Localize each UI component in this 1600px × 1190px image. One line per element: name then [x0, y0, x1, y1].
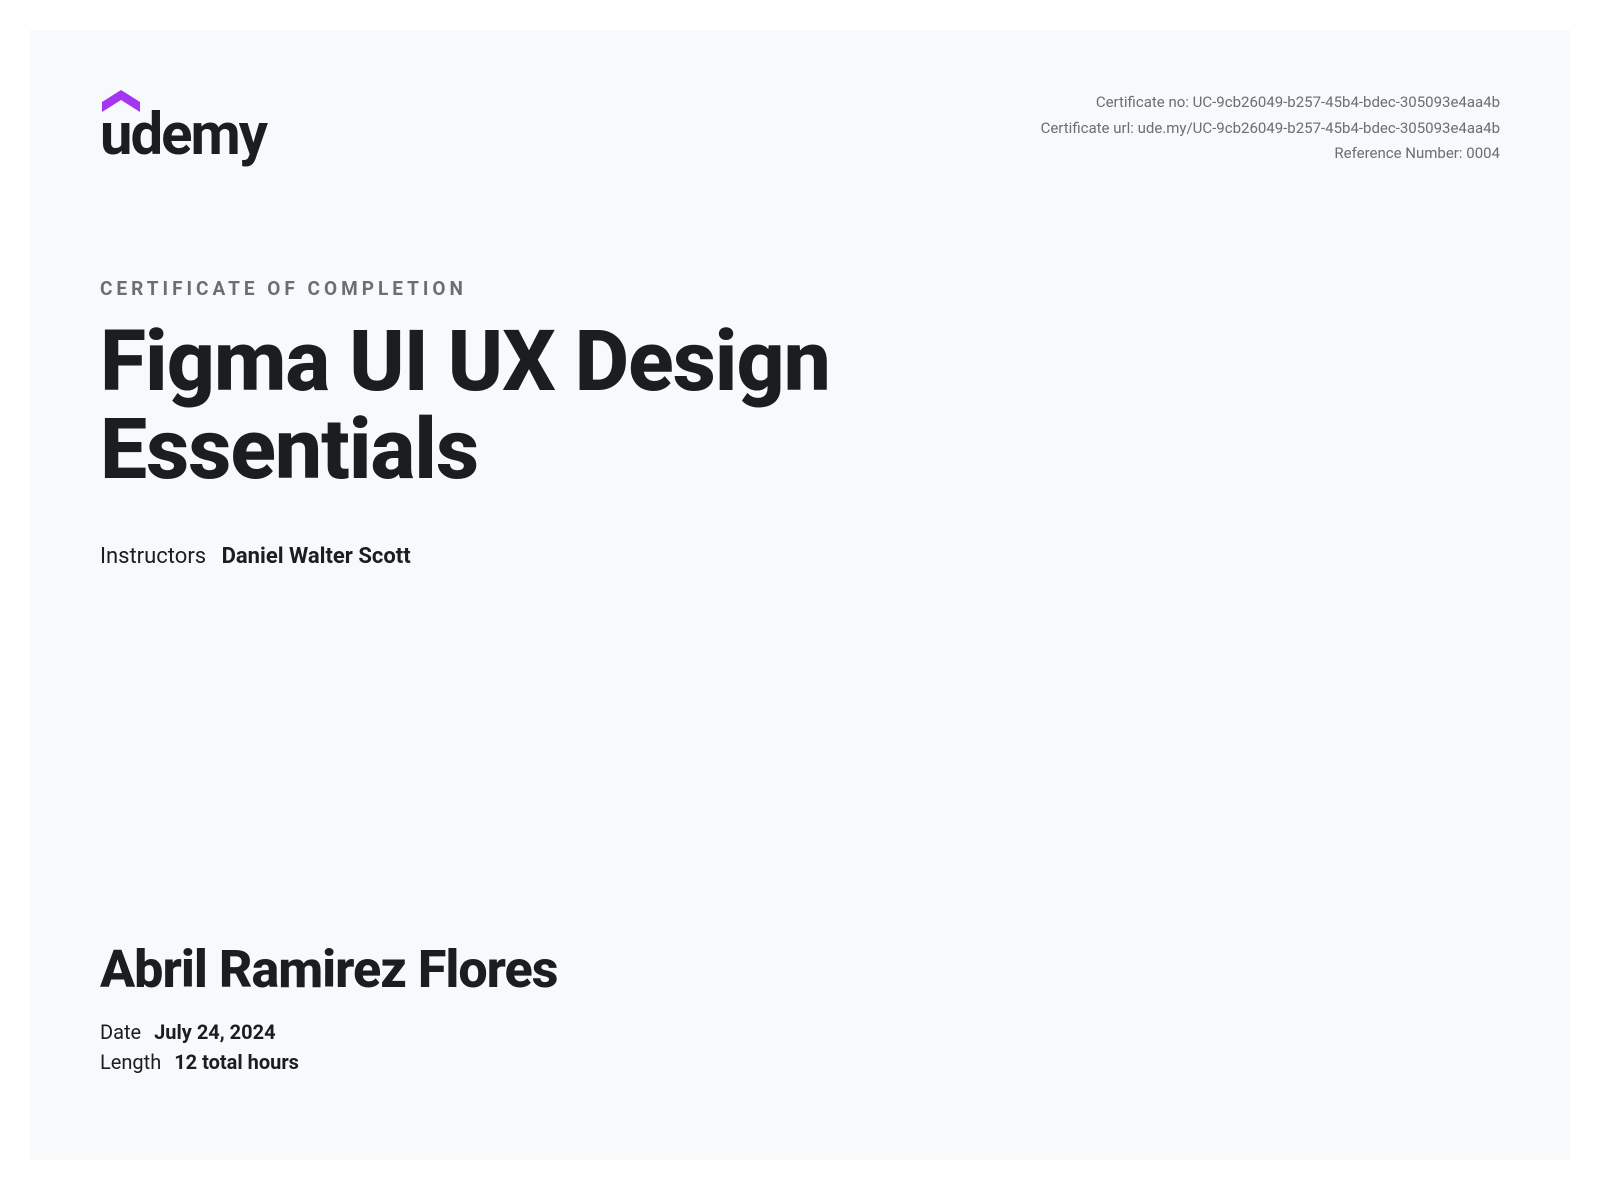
reference-number-value: 0004 — [1466, 144, 1500, 162]
date-value: July 24, 2024 — [154, 1020, 275, 1044]
certificate-container: udemy Certificate no: UC-9cb26049-b257-4… — [30, 30, 1570, 1160]
document-type-label: CERTIFICATE OF COMPLETION — [100, 277, 1500, 300]
course-length-row: Length 12 total hours — [100, 1050, 557, 1074]
instructors-row: Instructors Daniel Walter Scott — [100, 544, 1500, 569]
instructors-label: Instructors — [100, 544, 206, 569]
date-label: Date — [100, 1020, 141, 1044]
certificate-url-label: Certificate url: — [1041, 119, 1134, 137]
reference-number-row: Reference Number: 0004 — [1041, 141, 1500, 167]
udemy-logo: udemy — [100, 90, 266, 164]
certificate-number-value: UC-9cb26049-b257-45b4-bdec-305093e4aa4b — [1193, 93, 1500, 111]
certificate-number-label: Certificate no: — [1096, 93, 1189, 111]
length-value: 12 total hours — [174, 1050, 299, 1074]
certificate-meta: Certificate no: UC-9cb26049-b257-45b4-bd… — [1041, 90, 1500, 167]
reference-number-label: Reference Number: — [1334, 144, 1462, 162]
completion-date-row: Date July 24, 2024 — [100, 1020, 557, 1044]
certificate-footer: Abril Ramirez Flores Date July 24, 2024 … — [100, 939, 557, 1080]
instructors-value: Daniel Walter Scott — [222, 544, 411, 569]
certificate-header: udemy Certificate no: UC-9cb26049-b257-4… — [100, 90, 1500, 167]
certificate-number-row: Certificate no: UC-9cb26049-b257-45b4-bd… — [1041, 90, 1500, 116]
udemy-wordmark: udemy — [100, 106, 266, 164]
length-label: Length — [100, 1050, 161, 1074]
certificate-url-value: ude.my/UC-9cb26049-b257-45b4-bdec-305093… — [1138, 119, 1500, 137]
recipient-name: Abril Ramirez Flores — [100, 939, 557, 1000]
course-title: Figma UI UX Design Essentials — [100, 318, 1100, 494]
certificate-url-row: Certificate url: ude.my/UC-9cb26049-b257… — [1041, 116, 1500, 142]
